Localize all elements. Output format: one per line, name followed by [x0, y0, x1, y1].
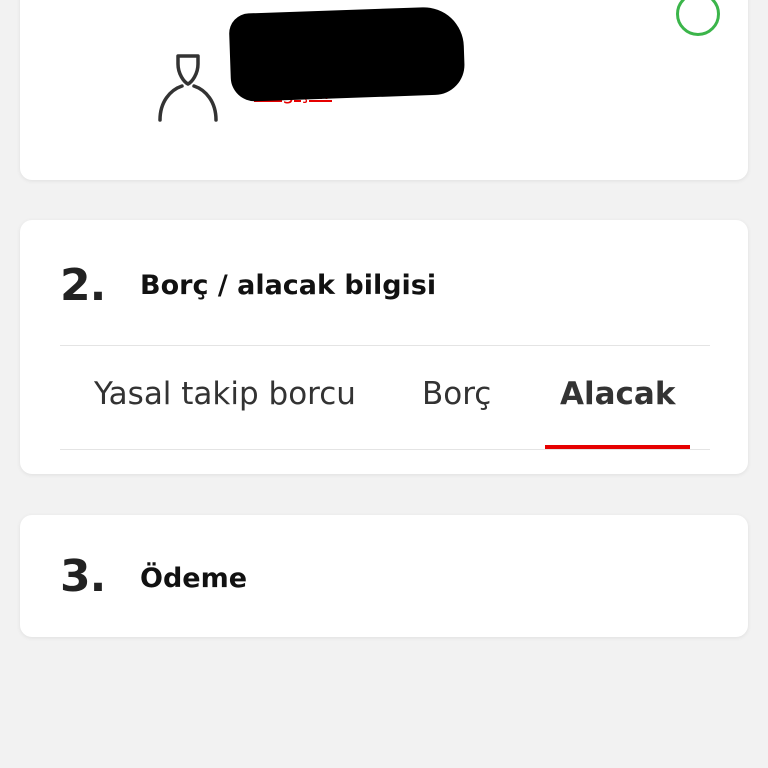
tab-yasal-takip-borcu[interactable]: Yasal takip borcu — [94, 376, 356, 412]
step-number: 3. — [60, 551, 106, 602]
payment-card[interactable]: 3. Ödeme — [20, 515, 748, 637]
tab-alacak[interactable]: Alacak — [560, 376, 675, 412]
section-title: Borç / alacak bilgisi — [140, 270, 437, 301]
account-card: Değiştir — [20, 0, 748, 180]
user-icon — [158, 54, 218, 122]
section-title: Ödeme — [140, 563, 248, 594]
divider — [60, 345, 710, 346]
tab-borc[interactable]: Borç — [422, 376, 491, 412]
debt-info-card: 2. Borç / alacak bilgisi Yasal takip bor… — [20, 220, 748, 474]
step-number: 2. — [60, 260, 106, 311]
status-ring-icon — [676, 0, 720, 36]
divider — [60, 449, 710, 450]
redacted-name — [228, 5, 466, 103]
